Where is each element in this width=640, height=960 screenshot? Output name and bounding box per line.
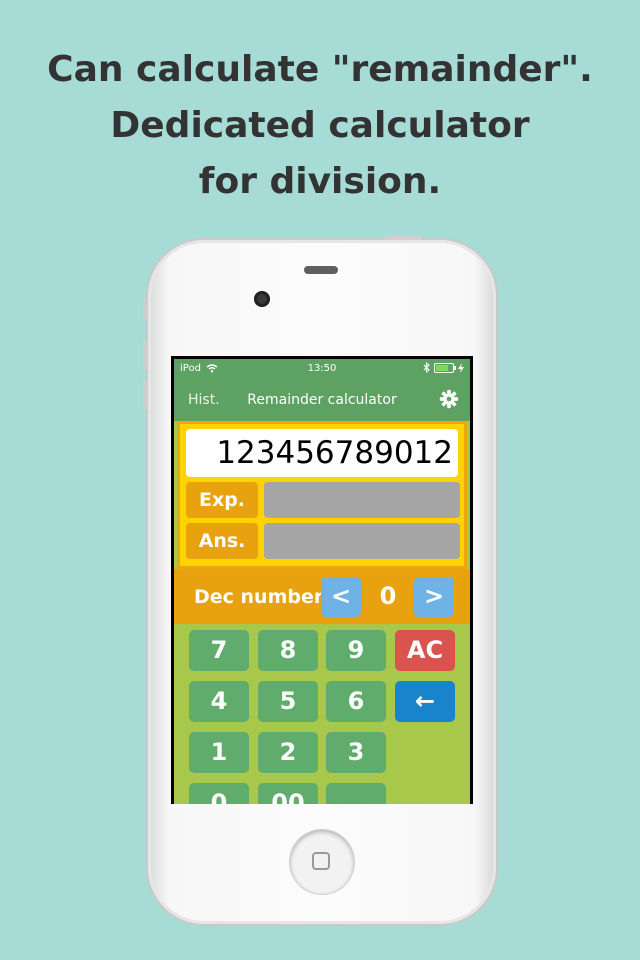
earpiece-speaker (304, 266, 338, 274)
volume-down-button (143, 380, 147, 410)
key-7[interactable]: 7 (189, 630, 249, 671)
clear-all-button[interactable]: AC (395, 630, 455, 671)
key-00[interactable]: 00 (258, 783, 318, 804)
exp-field (264, 482, 460, 518)
home-button[interactable] (290, 830, 354, 894)
key-1[interactable]: 1 (189, 732, 249, 773)
exp-label: Exp. (186, 482, 258, 518)
charging-icon (458, 362, 464, 373)
dec-number-label: Dec number (194, 586, 324, 608)
ans-field (264, 523, 460, 559)
key-2[interactable]: 2 (258, 732, 318, 773)
home-square-icon (312, 852, 330, 870)
key-blank[interactable] (326, 783, 386, 804)
headline-line-3: for division. (198, 161, 442, 202)
key-4[interactable]: 4 (189, 681, 249, 722)
key-8[interactable]: 8 (258, 630, 318, 671)
ans-label: Ans. (186, 523, 258, 559)
main-display: 123456789012 (186, 429, 458, 477)
backspace-button[interactable]: ← (395, 681, 455, 722)
power-button (384, 236, 422, 240)
key-9[interactable]: 9 (326, 630, 386, 671)
app-screen: iPod 13:50 Hist. Remainder calculator 12… (174, 359, 470, 804)
navigation-bar: Hist. Remainder calculator (174, 379, 470, 421)
headline-line-2: Dedicated calculator (110, 105, 530, 146)
key-0[interactable]: 0 (189, 783, 249, 804)
mute-switch (143, 298, 147, 320)
status-icons (423, 362, 464, 373)
decrease-decimal-button[interactable]: < (321, 577, 361, 617)
decimal-control: Dec number < 0 > (174, 569, 470, 624)
volume-up-button (143, 340, 147, 370)
page-title: Remainder calculator (247, 392, 397, 408)
gear-icon[interactable] (438, 388, 460, 410)
front-camera (254, 291, 270, 307)
headline: Can calculate "remainder". Dedicated cal… (0, 42, 640, 210)
headline-line-1: Can calculate "remainder". (47, 49, 593, 90)
battery-icon (434, 362, 456, 373)
phone-screen: iPod 13:50 Hist. Remainder calculator 12… (171, 356, 473, 804)
bluetooth-icon (423, 362, 430, 373)
increase-decimal-button[interactable]: > (414, 577, 454, 617)
key-5[interactable]: 5 (258, 681, 318, 722)
keypad: 7 8 9 AC 4 5 6 ← 1 2 3 0 00 (174, 624, 470, 804)
key-6[interactable]: 6 (326, 681, 386, 722)
decimal-value: 0 (379, 582, 397, 610)
status-bar: iPod 13:50 (174, 359, 470, 379)
display-panel: 123456789012 Exp. Ans. (177, 421, 467, 569)
key-3[interactable]: 3 (326, 732, 386, 773)
